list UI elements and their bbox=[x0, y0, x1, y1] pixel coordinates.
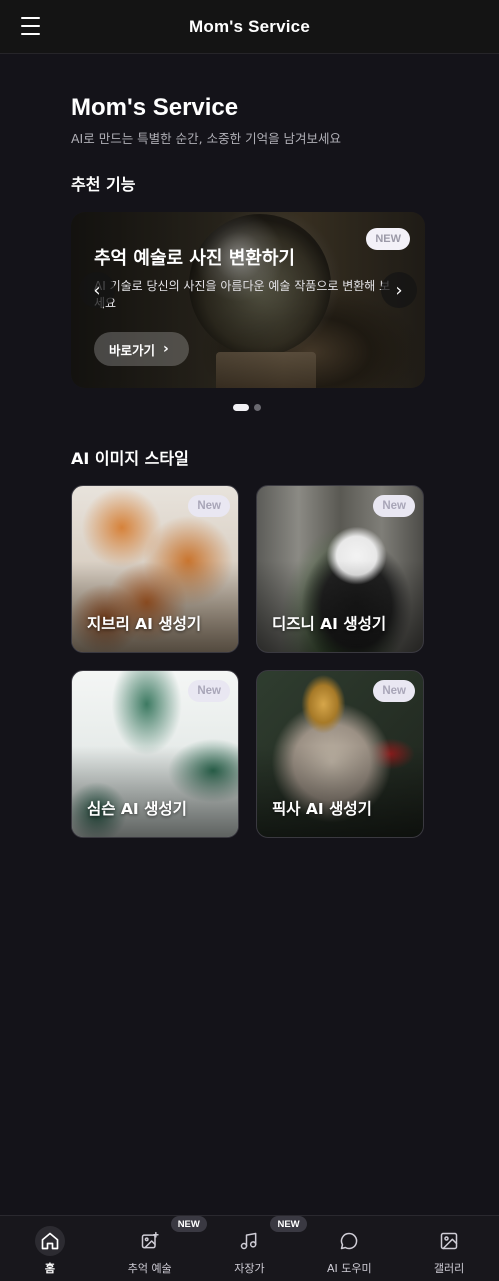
nav-label: 자장가 bbox=[234, 1262, 265, 1275]
style-card-pixar[interactable]: New 픽사 AI 생성기 bbox=[256, 670, 424, 838]
chevron-right-icon: › bbox=[163, 341, 169, 357]
chevron-left-icon: ‹ bbox=[93, 279, 101, 301]
page-subtitle: AI로 만드는 특별한 순간, 소중한 기억을 남겨보세요 bbox=[71, 131, 342, 146]
style-card-label: 심슨 AI 생성기 bbox=[87, 800, 187, 818]
style-card-disney[interactable]: New 디즈니 AI 생성기 bbox=[256, 485, 424, 653]
style-card-label: 지브리 AI 생성기 bbox=[87, 615, 202, 633]
featured-carousel[interactable]: NEW 추억 예술로 사진 변환하기 AI 기술로 당신의 사진을 아름다운 예… bbox=[71, 212, 425, 388]
slide-title: 추억 예술로 사진 변환하기 bbox=[94, 248, 295, 269]
gallery-icon bbox=[439, 1231, 459, 1251]
style-card-simpson[interactable]: New 심슨 AI 생성기 bbox=[71, 670, 239, 838]
app-title: Mom's Service bbox=[189, 16, 310, 36]
chat-bubble-icon bbox=[339, 1231, 359, 1251]
hamburger-menu-icon[interactable] bbox=[21, 17, 41, 35]
nav-label: 추억 예술 bbox=[127, 1262, 172, 1275]
nav-item-lullaby[interactable]: NEW 자장가 bbox=[200, 1216, 307, 1281]
new-badge: New bbox=[373, 495, 415, 517]
nav-item-gallery[interactable]: 갤러리 bbox=[399, 1216, 499, 1281]
music-note-icon bbox=[239, 1231, 259, 1251]
nav-item-memory-art[interactable]: NEW 추억 예술 bbox=[100, 1216, 207, 1281]
new-badge: NEW bbox=[366, 228, 410, 250]
nav-item-ai-assistant[interactable]: AI 도우미 bbox=[299, 1216, 399, 1281]
chevron-right-icon: › bbox=[395, 279, 403, 301]
styles-section-title: AI 이미지 스타일 bbox=[71, 449, 189, 468]
image-plus-icon bbox=[140, 1231, 160, 1251]
new-badge: New bbox=[373, 680, 415, 702]
style-card-label: 픽사 AI 생성기 bbox=[272, 800, 372, 818]
go-button-label: 바로가기 bbox=[109, 342, 156, 358]
carousel-prev-button[interactable]: ‹ bbox=[79, 272, 115, 308]
bottom-navigation: 홈 NEW 추억 예술 NEW 자장가 AI 도우미 갤러리 bbox=[0, 1215, 499, 1281]
nav-label: 갤러리 bbox=[433, 1262, 465, 1275]
go-button[interactable]: 바로가기 › bbox=[94, 332, 189, 366]
style-card-ghibli[interactable]: New 지브리 AI 생성기 bbox=[71, 485, 239, 653]
page-title: Mom's Service bbox=[71, 94, 239, 121]
pagination-dot-1[interactable] bbox=[233, 404, 249, 411]
home-icon bbox=[40, 1231, 60, 1251]
new-badge: New bbox=[188, 495, 230, 517]
style-card-label: 디즈니 AI 생성기 bbox=[272, 615, 387, 633]
new-badge: New bbox=[188, 680, 230, 702]
recommended-section-title: 추천 기능 bbox=[71, 175, 136, 194]
nav-label: 홈 bbox=[44, 1262, 55, 1275]
top-bar: Mom's Service bbox=[0, 0, 499, 54]
slide-description: AI 기술로 당신의 사진을 아름다운 예술 작품으로 변환해 보세요 bbox=[94, 279, 390, 310]
pagination-dot-2[interactable] bbox=[254, 404, 261, 411]
carousel-next-button[interactable]: › bbox=[381, 272, 417, 308]
nav-label: AI 도우미 bbox=[326, 1262, 372, 1275]
nav-item-home[interactable]: 홈 bbox=[0, 1216, 100, 1281]
carousel-pagination bbox=[233, 404, 261, 411]
